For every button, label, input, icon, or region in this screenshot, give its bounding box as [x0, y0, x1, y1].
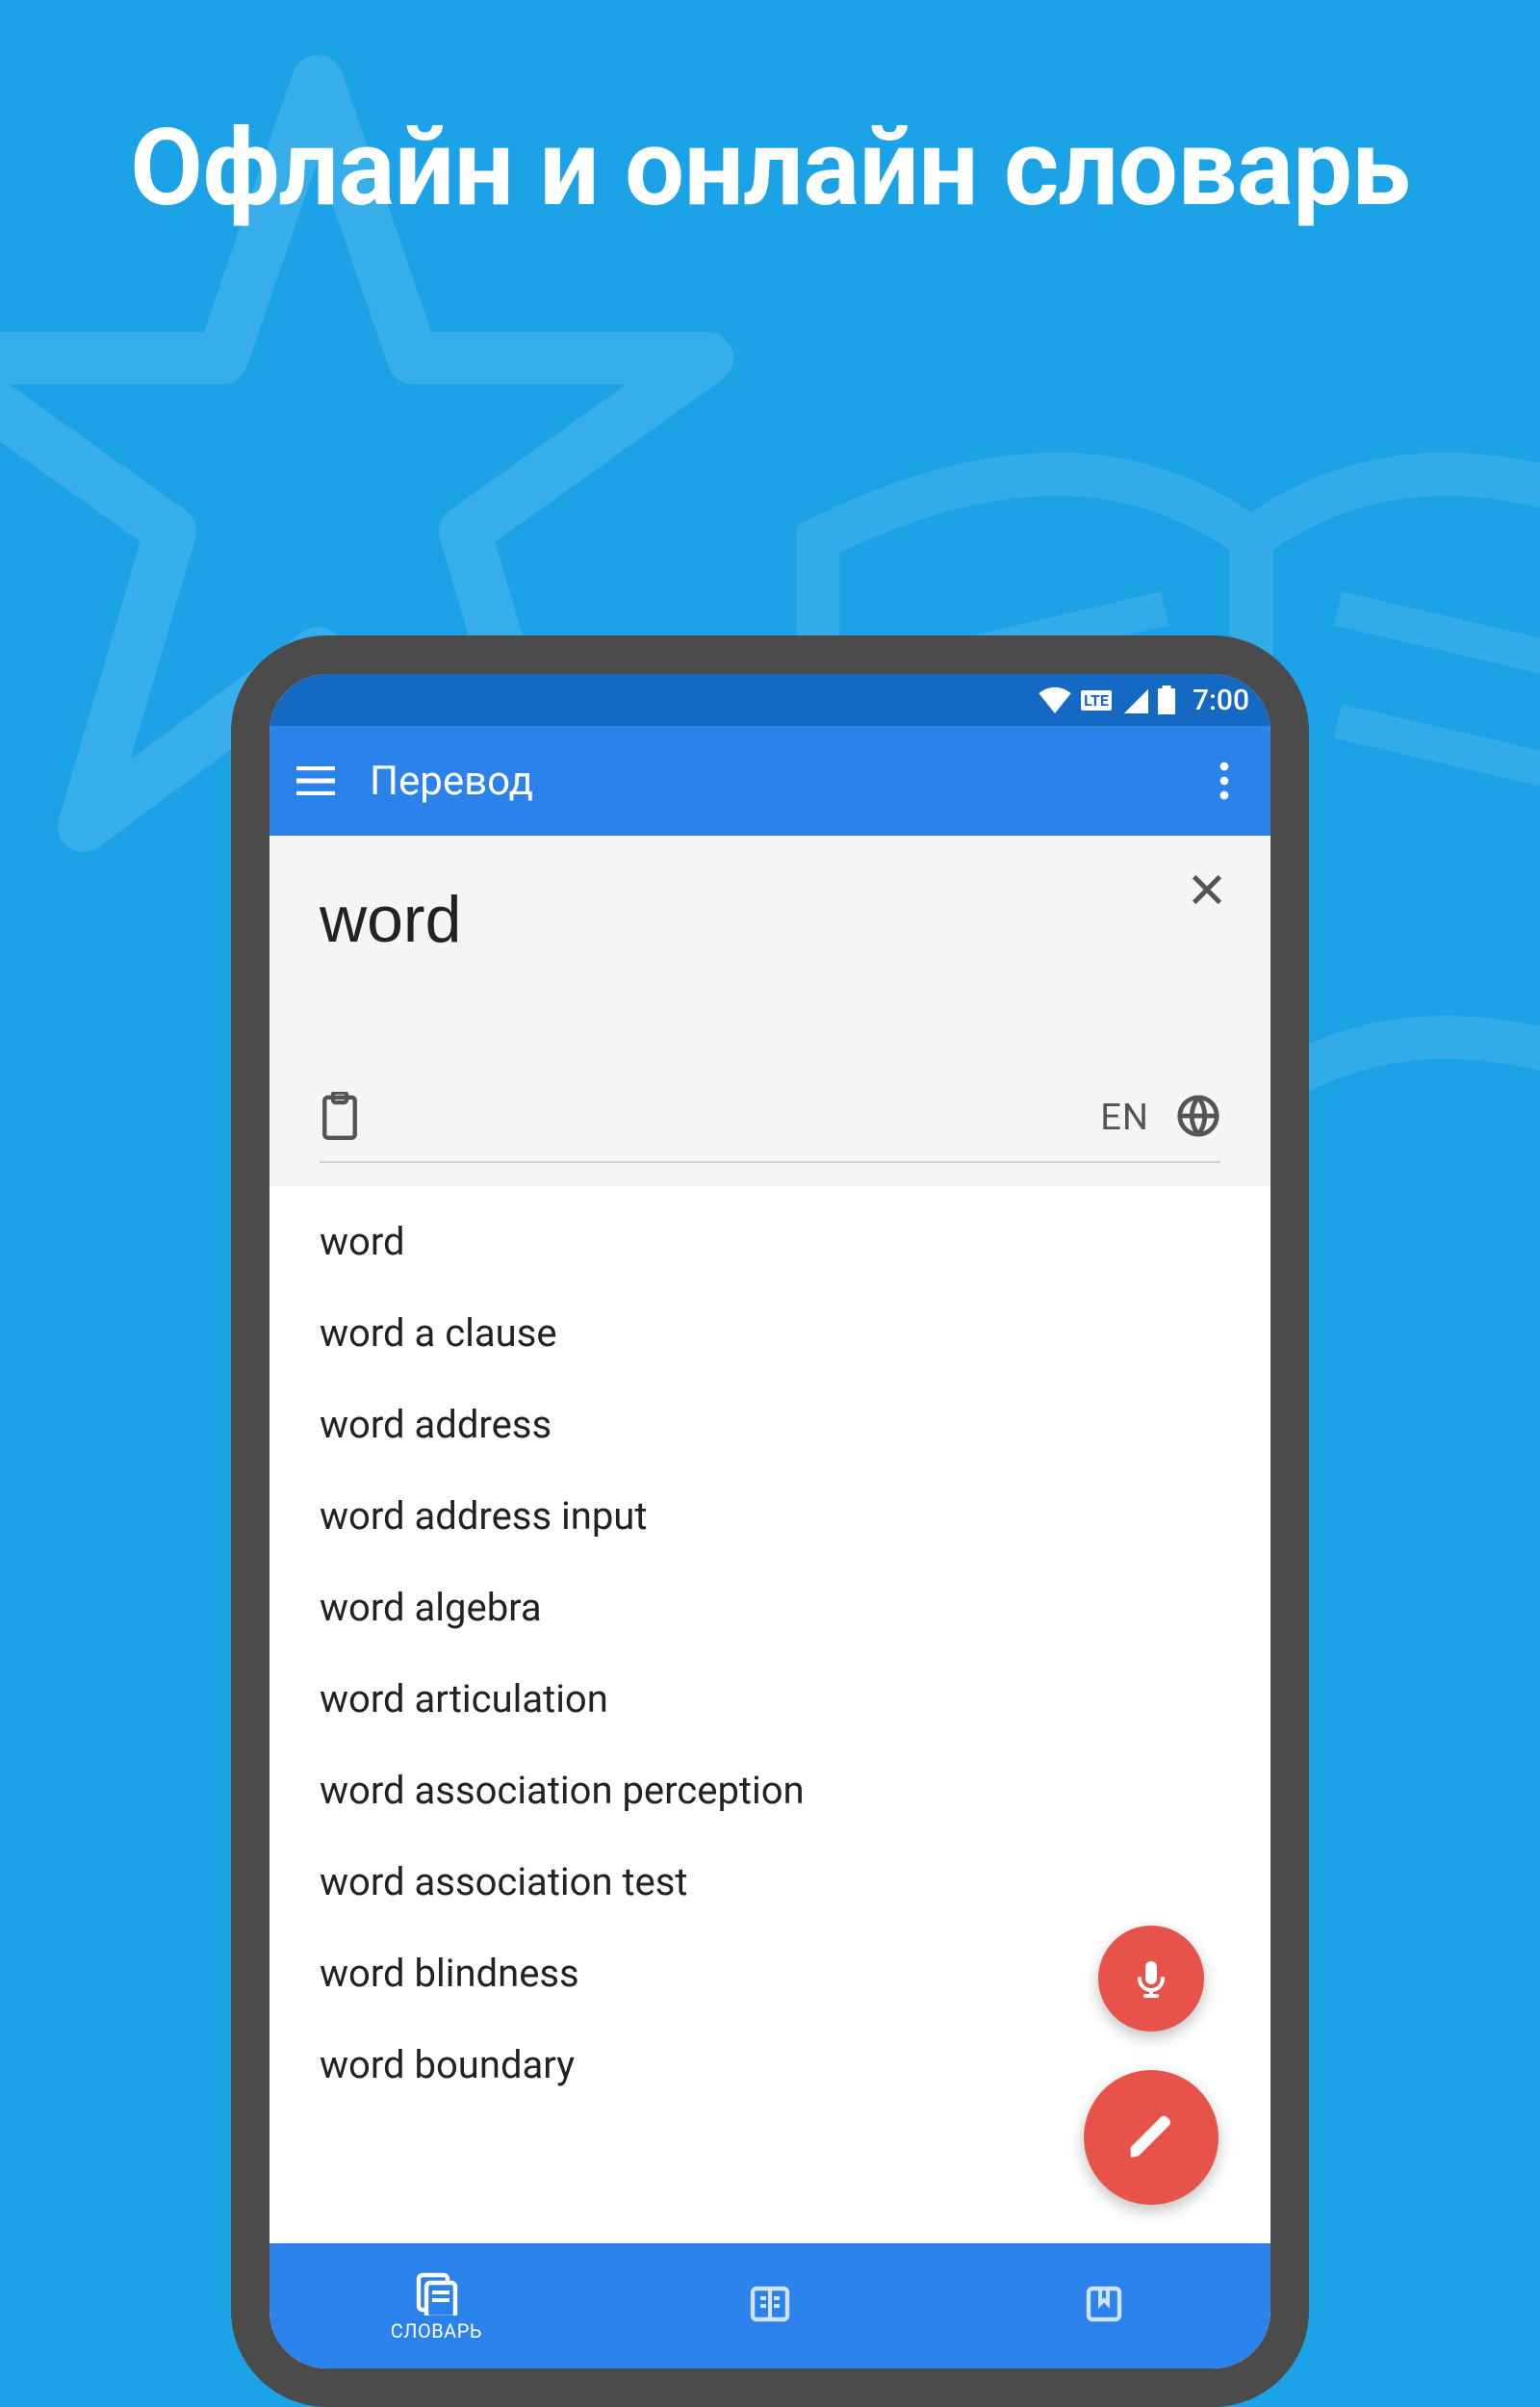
- search-input[interactable]: [320, 882, 1040, 957]
- suggestion-item[interactable]: word algebra: [320, 1562, 1220, 1653]
- more-icon[interactable]: [1203, 760, 1245, 802]
- language-label[interactable]: EN: [1100, 1097, 1149, 1139]
- suggestion-item[interactable]: word: [320, 1196, 1220, 1287]
- globe-icon[interactable]: [1176, 1094, 1220, 1142]
- clipboard-icon[interactable]: [320, 1092, 360, 1144]
- menu-icon[interactable]: [295, 760, 337, 802]
- nav-label: СЛОВАРЬ: [391, 2319, 482, 2342]
- edit-button[interactable]: [1084, 2070, 1219, 2205]
- wifi-icon: [1039, 686, 1071, 713]
- bottom-nav: СЛОВАРЬ: [270, 2243, 1270, 2368]
- suggestion-item[interactable]: word a clause: [320, 1287, 1220, 1379]
- suggestion-item[interactable]: word articulation: [320, 1653, 1220, 1745]
- search-area: EN: [270, 836, 1270, 1186]
- suggestion-item[interactable]: word address: [320, 1379, 1220, 1470]
- status-bar: LTE 7:00: [270, 674, 1270, 726]
- nav-tab-dictionary[interactable]: СЛОВАРЬ: [270, 2243, 603, 2368]
- app-title: Перевод: [370, 758, 1170, 805]
- battery-icon: [1158, 686, 1175, 714]
- suggestion-item[interactable]: word association test: [320, 1836, 1220, 1928]
- promo-headline: Офлайн и онлайн словарь: [0, 0, 1540, 231]
- fab-stack: [1084, 1926, 1219, 2205]
- network-badge: LTE: [1081, 690, 1112, 711]
- status-time: 7:00: [1193, 684, 1249, 717]
- phone-mockup: LTE 7:00 Перевод: [231, 635, 1309, 2407]
- nav-tab-3[interactable]: [937, 2243, 1270, 2368]
- voice-input-button[interactable]: [1098, 1926, 1204, 2032]
- nav-tab-2[interactable]: [603, 2243, 937, 2368]
- suggestion-item[interactable]: word association perception: [320, 1745, 1220, 1836]
- suggestion-item[interactable]: word address input: [320, 1470, 1220, 1562]
- app-bar: Перевод: [270, 726, 1270, 836]
- clear-icon[interactable]: [1188, 870, 1226, 913]
- signal-icon: [1121, 686, 1148, 713]
